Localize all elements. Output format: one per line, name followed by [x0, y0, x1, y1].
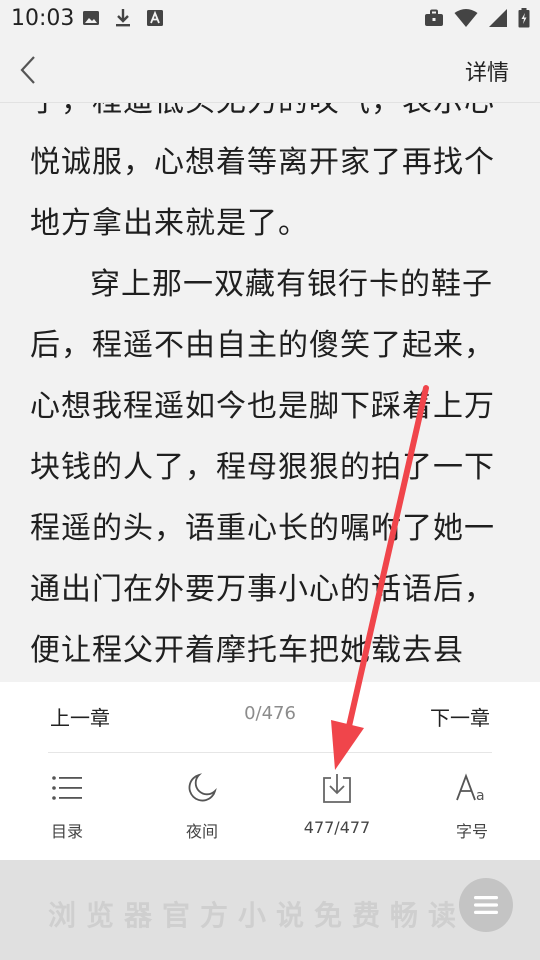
status-time: 10:03: [11, 6, 75, 31]
promo-banner-text: 浏览器官方小说免费畅读: [48, 899, 467, 932]
download-tray-icon: [323, 774, 351, 803]
download-progress-label: 477/477: [303, 818, 371, 837]
font-size-icon: a: [456, 773, 485, 803]
reading-area[interactable]: 了，程遥低头无力的叹气，表示心悦诚服，心想着等离开家了再找个地方拿出来就是了。 …: [0, 103, 540, 682]
detail-button[interactable]: 详情: [465, 55, 509, 87]
battery-icon: [518, 8, 530, 28]
night-mode-label: 夜间: [185, 822, 218, 841]
font-size-label: 字号: [455, 822, 488, 841]
chapter-text: 了，程遥低头无力的叹气，表示心悦诚服，心想着等离开家了再找个地方拿出来就是了。 …: [30, 103, 510, 682]
catalog-label: 目录: [50, 822, 83, 841]
image-icon: [83, 11, 99, 25]
reader-header: 详情: [0, 38, 540, 103]
night-mode-button[interactable]: 夜间: [142, 770, 262, 842]
briefcase-icon: [425, 9, 443, 26]
download-icon: [116, 9, 130, 27]
svg-text:a: a: [476, 788, 485, 803]
font-size-button[interactable]: a 字号: [412, 770, 532, 842]
menu-icon: [474, 896, 498, 914]
status-bar: 10:03: [0, 0, 540, 38]
moon-icon: [188, 773, 217, 802]
paragraph: 穿上那一双藏有银行卡的鞋子后，程遥不由自主的傻笑了起来，心想我程遥如今也是脚下踩…: [30, 267, 495, 668]
catalog-button[interactable]: 目录: [7, 770, 127, 842]
chevron-left-icon: [20, 56, 35, 84]
reader-control-panel: 上一章 0/476 下一章 目录 夜间 477/477 a 字号: [0, 682, 540, 860]
wifi-icon: [454, 9, 478, 27]
list-icon: [52, 776, 82, 800]
divider: [48, 752, 492, 753]
next-chapter-button[interactable]: 下一章: [430, 702, 490, 731]
paragraph: 了，程遥低头无力的叹气，表示心悦诚服，心想着等离开家了再找个地方拿出来就是了。: [30, 103, 495, 241]
chapter-navigation: 上一章 0/476 下一章: [0, 682, 540, 752]
back-button[interactable]: [12, 52, 44, 88]
menu-button[interactable]: [459, 878, 513, 932]
signal-icon: [489, 9, 507, 27]
download-button[interactable]: 477/477: [277, 770, 397, 837]
font-badge-icon: [147, 10, 163, 26]
